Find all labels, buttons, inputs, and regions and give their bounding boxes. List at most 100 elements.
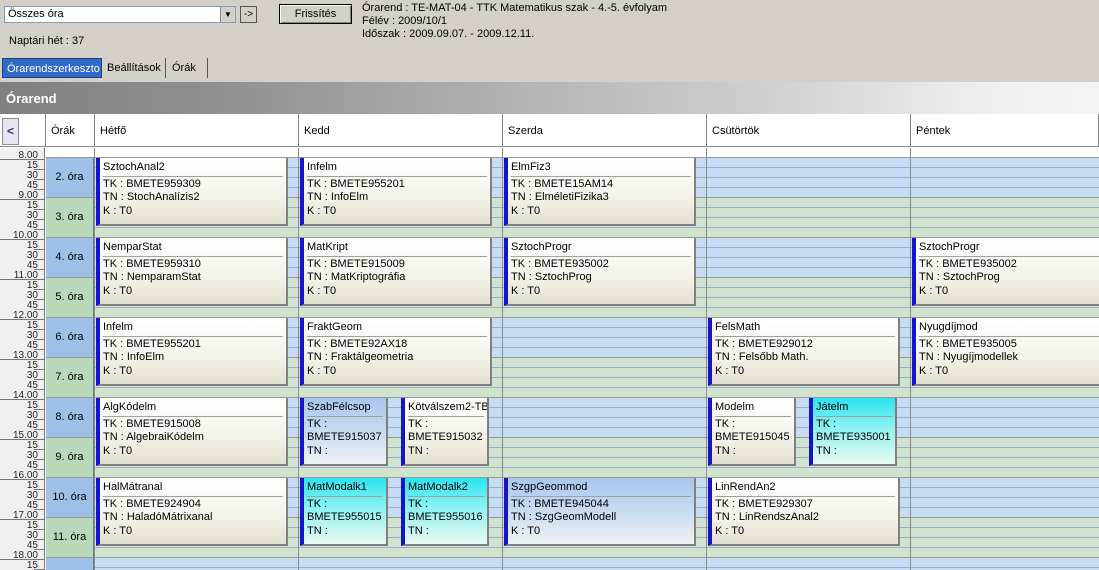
course-title: SztochProgr bbox=[919, 241, 980, 253]
course-card[interactable]: Modelm TK : BMETE915045 TN : bbox=[708, 398, 796, 466]
course-detail: TK : BMETE959309 bbox=[103, 177, 201, 190]
tab-settings[interactable]: Beállítások bbox=[103, 58, 166, 78]
refresh-button[interactable]: Frissítés bbox=[279, 4, 352, 24]
course-detail: TN : bbox=[307, 444, 328, 457]
course-card[interactable]: SztochProgr TK : BMETE935002 TN : SztochPr… bbox=[912, 238, 1099, 306]
lesson-slot-label: 6. óra bbox=[46, 317, 94, 357]
course-detail: TK : bbox=[307, 417, 328, 430]
course-title-divider bbox=[103, 415, 283, 417]
course-detail: TN : StochAnalízis2 bbox=[103, 191, 200, 203]
course-detail: TK : BMETE929012 bbox=[715, 337, 813, 350]
day-separator bbox=[910, 148, 911, 570]
course-detail: TN : SztochProg bbox=[511, 271, 592, 283]
lesson-slot-row[interactable] bbox=[95, 557, 1099, 570]
course-detail: TK : BMETE935002 bbox=[511, 257, 609, 270]
course-card[interactable]: FelsMath TK : BMETE929012 TN : Felsőbb Mat… bbox=[708, 318, 900, 386]
course-card[interactable]: SzgpGeommod TK : BMETE945044 TN : SzgGeomM… bbox=[504, 478, 696, 546]
quarter-hour-line bbox=[95, 307, 1099, 308]
course-detail: TN : NemparamStat bbox=[103, 271, 201, 283]
course-detail: TN : Fraktálgeometria bbox=[307, 351, 414, 363]
course-detail: TN : SzgGeomModell bbox=[511, 511, 617, 523]
lesson-filter-value: Összes óra bbox=[8, 8, 64, 20]
course-title-divider bbox=[511, 495, 691, 497]
course-card[interactable]: MatModalk2 TK : BMETE955016 TN : bbox=[401, 478, 489, 546]
quarter-hour-line bbox=[95, 227, 1099, 228]
course-detail: TN : InfoElm bbox=[307, 191, 369, 203]
lesson-slot-label: 5. óra bbox=[46, 277, 94, 317]
course-detail: TK : bbox=[307, 497, 328, 510]
lesson-slot-label: 8. óra bbox=[46, 397, 94, 437]
day-separator bbox=[94, 148, 95, 570]
course-detail: K : T0 bbox=[103, 284, 133, 297]
course-detail: TK : BMETE945044 bbox=[511, 497, 609, 510]
course-title: MatModalk1 bbox=[307, 481, 367, 493]
header-lessons: Órák bbox=[46, 114, 95, 147]
course-card[interactable]: Játelm TK : BMETE935001 TN : bbox=[809, 398, 897, 466]
course-title-divider bbox=[715, 415, 791, 417]
quarter-hour-line bbox=[95, 567, 1099, 568]
course-card[interactable]: MatModalk1 TK : BMETE955015 TN : bbox=[300, 478, 388, 546]
course-detail: K : T0 bbox=[511, 524, 541, 537]
course-title: NemparStat bbox=[103, 241, 162, 253]
timetable-grid[interactable]: < Órák Hétfő Kedd Szerda Csütörtök Pénte… bbox=[0, 114, 1099, 570]
course-title-divider bbox=[103, 335, 283, 337]
semester-info: Félév : 2009/10/1 bbox=[362, 15, 448, 27]
course-detail: TK : BMETE935005 bbox=[919, 337, 1017, 350]
course-card[interactable]: SzabFélcsop TK : BMETE915037 TN : bbox=[300, 398, 388, 466]
course-detail: TK : bbox=[408, 417, 429, 430]
course-card[interactable]: LinRendAn2 TK : BMETE929307 TN : LinRendsz… bbox=[708, 478, 900, 546]
course-card[interactable]: Infelm TK : BMETE955201 TN : InfoElm K : T0 bbox=[96, 318, 288, 386]
course-card[interactable]: AlgKódelm TK : BMETE915008 TN : AlgebraiKó… bbox=[96, 398, 288, 466]
course-card[interactable]: SztochProgr TK : BMETE935002 TN : SztochPr… bbox=[504, 238, 696, 306]
quarter-hour-line bbox=[95, 547, 1099, 548]
lesson-filter-select[interactable]: Összes óra ▼ bbox=[4, 6, 236, 23]
day-separator bbox=[706, 148, 707, 570]
course-card[interactable]: MatKript TK : BMETE915009 TN : MatKriptogr… bbox=[300, 238, 492, 306]
course-title-divider bbox=[103, 255, 283, 257]
timetable-info: Órarend : TE-MAT-04 - TTK Matematikus sz… bbox=[362, 2, 668, 14]
course-card[interactable]: Infelm TK : BMETE955201 TN : InfoElm K : T0 bbox=[300, 158, 492, 226]
course-title-divider bbox=[715, 495, 895, 497]
lesson-slot-label: 2. óra bbox=[46, 157, 94, 197]
course-title: LinRendAn2 bbox=[715, 481, 776, 493]
course-title: AlgKódelm bbox=[103, 401, 157, 413]
header-friday: Péntek bbox=[911, 114, 1099, 147]
course-detail: BMETE915037 bbox=[307, 431, 382, 443]
course-title: Játelm bbox=[816, 401, 849, 413]
go-button[interactable]: -> bbox=[240, 6, 257, 23]
calendar-week-label: Naptári hét : 37 bbox=[9, 35, 85, 47]
lesson-slot-label: 4. óra bbox=[46, 237, 94, 277]
lesson-slot-label: 3. óra bbox=[46, 197, 94, 237]
course-detail: K : T0 bbox=[511, 284, 541, 297]
course-title: MatKript bbox=[307, 241, 348, 253]
lesson-slot-label: 11. óra bbox=[46, 517, 94, 557]
course-title-divider bbox=[307, 335, 487, 337]
course-detail: K : T0 bbox=[307, 284, 337, 297]
course-title-divider bbox=[408, 495, 484, 497]
previous-week-button[interactable]: < bbox=[2, 118, 19, 145]
tab-timetable-editor[interactable]: Órarendszerkeszto bbox=[2, 58, 102, 78]
course-detail: K : T0 bbox=[919, 284, 949, 297]
course-detail: TN : LinRendszAnal2 bbox=[715, 511, 819, 523]
course-title: FraktGeom bbox=[307, 321, 363, 333]
chevron-down-icon[interactable]: ▼ bbox=[220, 7, 235, 22]
lesson-slot-label: 9. óra bbox=[46, 437, 94, 477]
course-detail: BMETE915045 bbox=[715, 431, 790, 443]
course-card[interactable]: SztochAnal2 TK : BMETE959309 TN : StochAna… bbox=[96, 158, 288, 226]
course-card[interactable]: NemparStat TK : BMETE959310 TN : NemparamS… bbox=[96, 238, 288, 306]
course-detail: TN : bbox=[307, 524, 328, 537]
course-detail: K : T0 bbox=[307, 204, 337, 217]
course-detail: TK : bbox=[816, 417, 837, 430]
course-card[interactable]: Kötválszem2-TB TK : BMETE915032 TN : bbox=[401, 398, 489, 466]
course-title-divider bbox=[307, 495, 383, 497]
course-card[interactable]: HalMátranal TK : BMETE924904 TN : HaladóMá… bbox=[96, 478, 288, 546]
day-separator bbox=[502, 148, 503, 570]
course-detail: TK : BMETE955201 bbox=[307, 177, 405, 190]
course-title: SztochAnal2 bbox=[103, 161, 165, 173]
course-card[interactable]: ElmFiz3 TK : BMETE15AM14 TN : ElméletiFizi… bbox=[504, 158, 696, 226]
course-detail: K : T0 bbox=[715, 364, 745, 377]
course-card[interactable]: FraktGeom TK : BMETE92AX18 TN : Fraktálgeo… bbox=[300, 318, 492, 386]
tab-lessons[interactable]: Órák bbox=[168, 58, 208, 78]
course-card[interactable]: Nyugdíjmod TK : BMETE935005 TN : Nyugíjmod… bbox=[912, 318, 1099, 386]
course-detail: TK : BMETE915008 bbox=[103, 417, 201, 430]
